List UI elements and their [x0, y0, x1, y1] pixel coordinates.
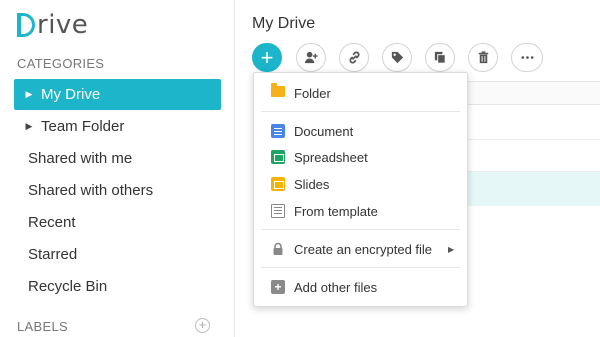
labels-label: LABELS	[17, 319, 68, 334]
share-button[interactable]	[296, 43, 326, 72]
sidebar-item-my-drive[interactable]: ▶ My Drive	[14, 79, 221, 110]
page-title: My Drive	[252, 15, 316, 32]
more-icon	[521, 56, 533, 59]
row-divider	[455, 139, 600, 140]
file-table-header	[455, 81, 600, 105]
menu-item-label: Document	[294, 123, 354, 139]
copy-button[interactable]	[425, 43, 455, 72]
sidebar-item-shared-with-others[interactable]: Shared with others	[14, 175, 221, 206]
tag-icon	[391, 51, 403, 64]
plus-icon: +	[260, 44, 274, 70]
add-label-icon[interactable]: +	[195, 318, 210, 333]
copy-icon	[434, 51, 446, 64]
menu-item-label: Spreadsheet	[294, 149, 368, 165]
caret-right-icon[interactable]: ▶	[22, 89, 36, 100]
menu-item-from-template[interactable]: From template	[254, 199, 467, 223]
more-button[interactable]	[511, 43, 543, 72]
menu-item-label: Create an encrypted file	[294, 241, 433, 257]
add-file-icon: +	[271, 280, 285, 294]
menu-item-document[interactable]: Document	[254, 119, 467, 143]
folder-icon	[271, 83, 285, 97]
menu-item-spreadsheet[interactable]: Spreadsheet	[254, 145, 467, 169]
delete-button[interactable]	[468, 43, 498, 72]
new-menu: Folder Document Spreadsheet Slides From …	[253, 72, 468, 307]
sidebar-item-team-folder[interactable]: ▶ Team Folder	[14, 111, 221, 142]
menu-item-label: Slides	[294, 176, 330, 192]
submenu-arrow-icon: ▶	[448, 244, 455, 254]
sidebar-item-label: Recycle Bin	[28, 278, 108, 295]
new-button[interactable]: +	[252, 43, 282, 72]
app-logo[interactable]: rive	[13, 10, 89, 40]
link-icon	[348, 51, 360, 64]
document-icon	[271, 124, 285, 138]
sidebar-item-label: Starred	[28, 246, 78, 263]
menu-item-label: Add other files	[294, 279, 378, 295]
lock-icon	[271, 242, 285, 256]
menu-item-folder[interactable]: Folder	[254, 81, 467, 105]
menu-divider	[261, 267, 460, 268]
menu-divider	[261, 111, 460, 112]
spreadsheet-icon	[271, 150, 285, 164]
sidebar-item-recycle-bin[interactable]: Recycle Bin	[14, 271, 221, 302]
sidebar-item-label: Shared with me	[28, 150, 133, 167]
sidebar-item-label: Shared with others	[28, 182, 154, 199]
menu-item-label: From template	[294, 203, 378, 219]
sidebar-item-recent[interactable]: Recent	[14, 207, 221, 238]
sidebar: rive CATEGORIES ▶ My Drive ▶ Team Folder…	[0, 0, 235, 337]
label-button[interactable]	[382, 43, 412, 72]
template-icon	[271, 204, 285, 218]
slides-icon	[271, 177, 285, 191]
menu-divider	[261, 229, 460, 230]
menu-item-label: Folder	[294, 85, 331, 101]
sidebar-item-label: Team Folder	[41, 118, 125, 135]
add-user-icon	[304, 51, 318, 64]
sidebar-item-shared-with-me[interactable]: Shared with me	[14, 143, 221, 174]
menu-item-add-other-files[interactable]: + Add other files	[254, 275, 467, 299]
drive-app: rive CATEGORIES ▶ My Drive ▶ Team Folder…	[0, 0, 600, 337]
logo-d-mark	[13, 13, 35, 37]
menu-item-encrypted-file[interactable]: Create an encrypted file ▶	[254, 237, 467, 261]
sidebar-item-label: Recent	[28, 214, 76, 231]
link-button[interactable]	[339, 43, 369, 72]
caret-right-icon[interactable]: ▶	[22, 121, 36, 132]
categories-label: CATEGORIES	[17, 56, 105, 71]
menu-item-slides[interactable]: Slides	[254, 172, 467, 196]
table-row[interactable]	[455, 172, 600, 206]
logo-text: rive	[37, 10, 89, 40]
sidebar-item-starred[interactable]: Starred	[14, 239, 221, 270]
sidebar-item-label: My Drive	[41, 86, 101, 103]
trash-icon	[478, 51, 488, 64]
